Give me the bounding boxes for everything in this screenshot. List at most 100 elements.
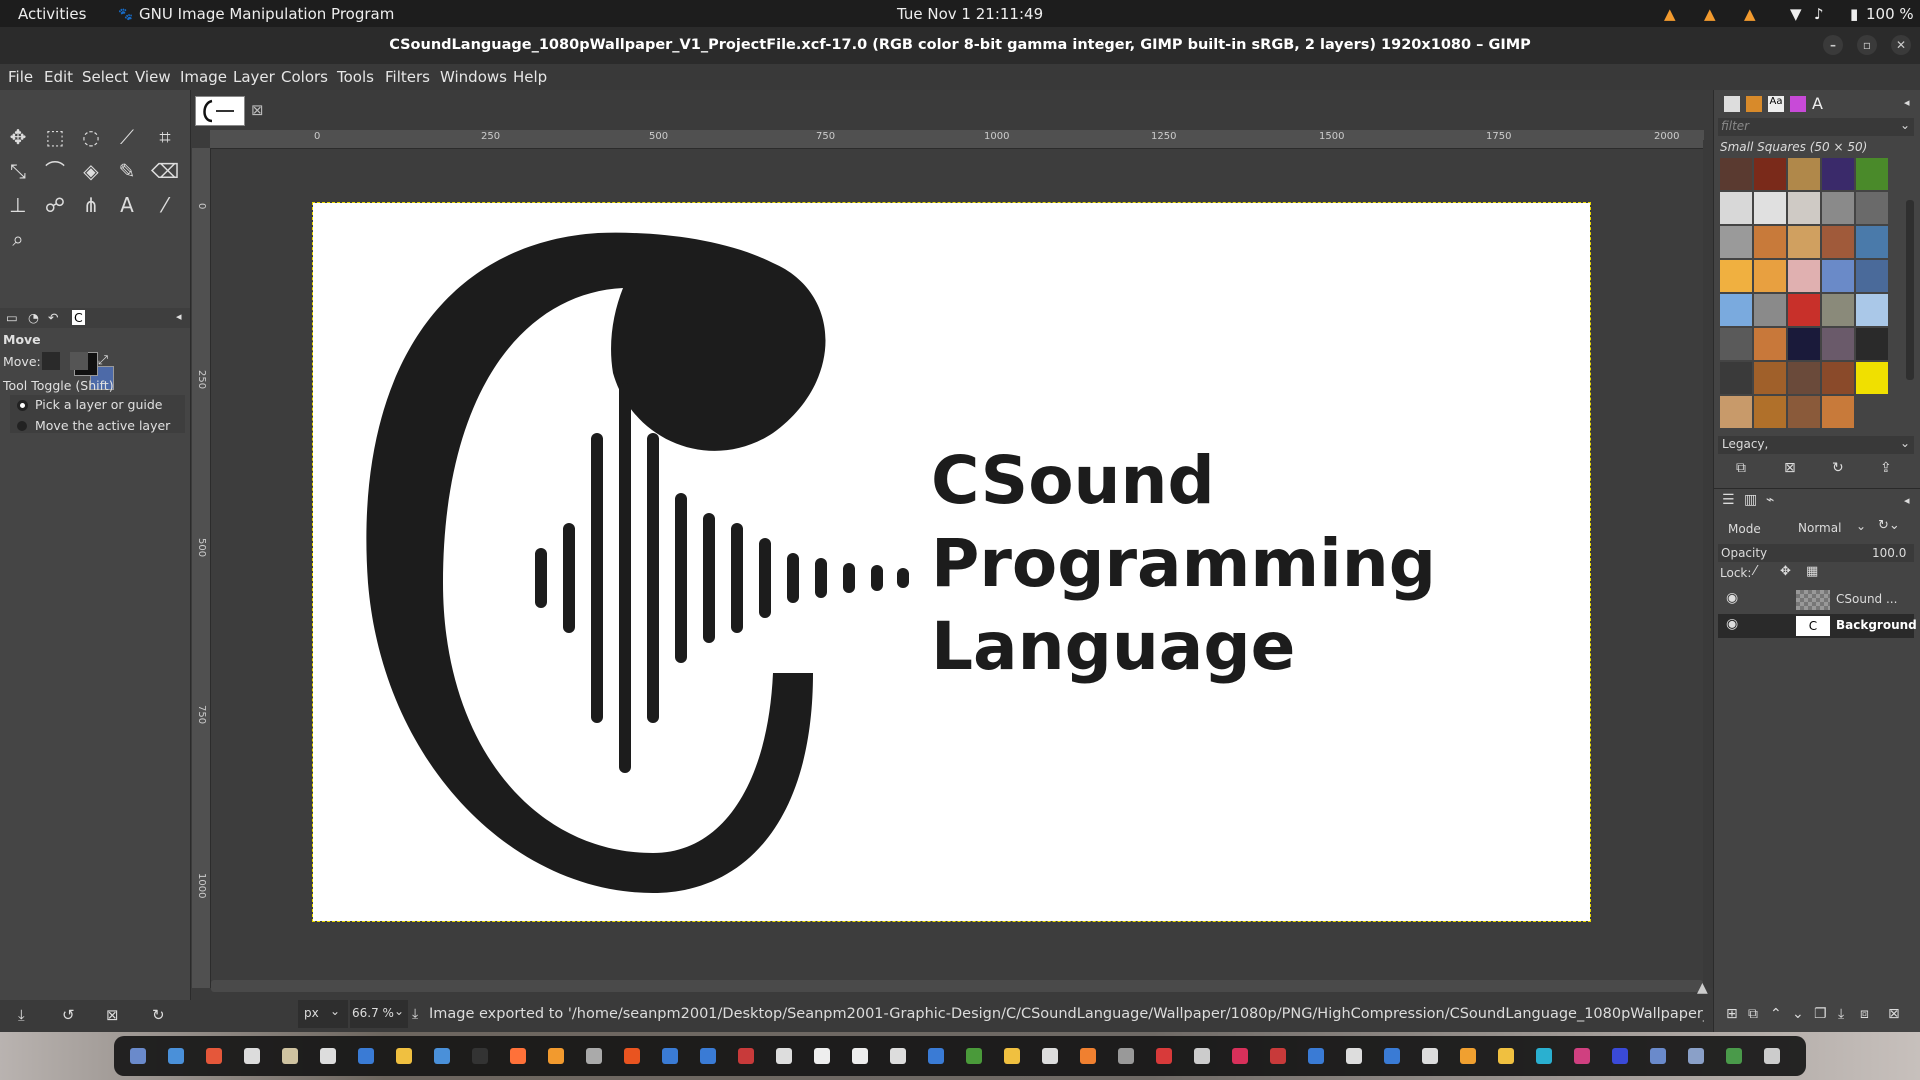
save-options-icon[interactable]: ⤓ <box>18 1006 25 1024</box>
menu-filters[interactable]: Filters <box>385 68 430 86</box>
dock-app-icon[interactable] <box>966 1048 982 1064</box>
horizontal-scrollbar[interactable] <box>211 980 1703 992</box>
pattern-scrollbar[interactable] <box>1906 200 1914 380</box>
layers-tab-icon[interactable]: ☰ <box>1722 492 1735 508</box>
warp-tool-icon[interactable]: ⌒ <box>40 156 70 186</box>
undo-history-tab-icon[interactable]: ↶ <box>48 310 58 325</box>
pattern-swatch[interactable] <box>1856 362 1888 394</box>
pattern-swatch[interactable] <box>1754 158 1786 190</box>
channels-tab-icon[interactable]: ▥ <box>1744 492 1757 508</box>
volume-icon[interactable]: ♪ <box>1814 5 1824 23</box>
pattern-swatch[interactable] <box>1788 192 1820 224</box>
pattern-swatch[interactable] <box>1788 158 1820 190</box>
menu-view[interactable]: View <box>135 68 171 86</box>
fonts-tab-icon[interactable]: Aa <box>1768 96 1784 112</box>
crop-tool-icon[interactable]: ⌗ <box>150 122 180 152</box>
dock-app-icon[interactable] <box>1384 1048 1400 1064</box>
pattern-swatch[interactable] <box>1822 192 1854 224</box>
dock-app-icon[interactable] <box>1764 1048 1780 1064</box>
dock-app-icon[interactable] <box>1460 1048 1476 1064</box>
menu-edit[interactable]: Edit <box>44 68 73 86</box>
brushes-tab-icon[interactable] <box>1724 96 1740 112</box>
warning-icon[interactable]: ▲ <box>1744 5 1756 23</box>
dock-menu-icon[interactable]: ◂ <box>176 310 182 323</box>
menu-colors[interactable]: Colors <box>281 68 328 86</box>
dock-app-icon[interactable] <box>396 1048 412 1064</box>
restore-options-icon[interactable]: ↺ <box>62 1006 75 1024</box>
paths-tool-icon[interactable]: ⋔ <box>76 190 106 220</box>
dock-app-icon[interactable] <box>434 1048 450 1064</box>
pattern-swatch[interactable] <box>1720 396 1752 428</box>
pattern-swatch[interactable] <box>1720 362 1752 394</box>
menu-select[interactable]: Select <box>82 68 128 86</box>
dock-app-icon[interactable] <box>1422 1048 1438 1064</box>
maximize-button[interactable]: ▫ <box>1857 35 1877 55</box>
mode-reset-icon[interactable]: ↻⌄ <box>1878 518 1900 533</box>
pattern-swatch[interactable] <box>1822 158 1854 190</box>
dock-app-icon[interactable] <box>1194 1048 1210 1064</box>
refresh-patterns-icon[interactable]: ↻ <box>1832 460 1844 476</box>
pattern-swatch[interactable] <box>1720 158 1752 190</box>
dock-menu-icon[interactable]: ◂ <box>1904 96 1910 109</box>
dock-app-icon[interactable] <box>1156 1048 1172 1064</box>
layer-row-active[interactable]: ◉ C Background <box>1718 614 1917 638</box>
unit-select[interactable]: px ⌄ <box>298 1000 348 1028</box>
dock-app-icon[interactable] <box>852 1048 868 1064</box>
pattern-swatch[interactable] <box>1788 260 1820 292</box>
move-selection-mode-icon[interactable] <box>70 352 88 370</box>
opacity-slider[interactable]: Opacity 100.0 <box>1718 544 1914 562</box>
pattern-swatch[interactable] <box>1822 328 1854 360</box>
dock-app-icon[interactable] <box>320 1048 336 1064</box>
device-status-tab-icon[interactable]: ◔ <box>28 310 39 325</box>
menu-layer[interactable]: Layer <box>233 68 275 86</box>
move-layer-mode-icon[interactable] <box>42 352 60 370</box>
dock-app-icon[interactable] <box>814 1048 830 1064</box>
pattern-swatch[interactable] <box>1788 396 1820 428</box>
image-tab-thumbnail[interactable] <box>195 96 245 126</box>
dock-app-icon[interactable] <box>244 1048 260 1064</box>
eraser-tool-icon[interactable]: ⌫ <box>150 156 180 186</box>
menu-file[interactable]: File <box>8 68 33 86</box>
menu-windows[interactable]: Windows <box>440 68 507 86</box>
dock-app-icon[interactable] <box>1308 1048 1324 1064</box>
delete-options-icon[interactable]: ⊠ <box>106 1006 119 1024</box>
eye-icon[interactable]: ◉ <box>1726 616 1738 632</box>
dock-app-icon[interactable] <box>1080 1048 1096 1064</box>
pattern-swatch[interactable] <box>1754 328 1786 360</box>
pattern-swatch[interactable] <box>1720 192 1752 224</box>
dock-app-icon[interactable] <box>1612 1048 1628 1064</box>
lock-pixels-icon[interactable]: ⁄ <box>1754 564 1756 579</box>
zoom-select[interactable]: 66.7 % ⌄ <box>350 1000 408 1028</box>
new-layer-group-icon[interactable]: ⧉ <box>1748 1006 1758 1022</box>
dock-app-icon[interactable] <box>1004 1048 1020 1064</box>
pattern-swatch[interactable] <box>1856 294 1888 326</box>
new-layer-icon[interactable]: ⊞ <box>1726 1006 1738 1022</box>
transform-tool-icon[interactable]: ⤡ <box>3 156 33 186</box>
pattern-swatch[interactable] <box>1856 328 1888 360</box>
dock-app-icon[interactable] <box>130 1048 146 1064</box>
pattern-swatch[interactable] <box>1754 362 1786 394</box>
dock-app-icon[interactable] <box>738 1048 754 1064</box>
rect-select-tool-icon[interactable]: ⬚ <box>40 122 70 152</box>
smudge-tool-icon[interactable]: ☍ <box>40 190 70 220</box>
fuzzy-select-tool-icon[interactable]: ⟋ <box>112 122 142 152</box>
duplicate-pattern-icon[interactable]: ⧉ <box>1736 460 1746 476</box>
patterns-tab-icon[interactable] <box>1746 96 1762 112</box>
lock-alpha-icon[interactable]: ▦ <box>1806 564 1818 579</box>
pattern-swatch[interactable] <box>1754 226 1786 258</box>
dock-app-icon[interactable] <box>890 1048 906 1064</box>
images-tab-icon[interactable]: C <box>72 310 85 325</box>
tool-options-tab-icon[interactable]: ▭ <box>6 310 18 325</box>
dock-app-icon[interactable] <box>1574 1048 1590 1064</box>
lower-layer-icon[interactable]: ⌄ <box>1792 1006 1804 1022</box>
pattern-swatch[interactable] <box>1754 260 1786 292</box>
app-menu-label[interactable]: GNU Image Manipulation Program <box>139 5 394 23</box>
pattern-filter-input[interactable]: filter ⌄ <box>1718 118 1914 136</box>
open-pattern-icon[interactable]: ⇪ <box>1880 460 1892 476</box>
pattern-swatch[interactable] <box>1720 328 1752 360</box>
radio-pick-layer[interactable] <box>17 400 28 411</box>
minimize-button[interactable]: – <box>1823 35 1843 55</box>
battery-icon[interactable]: ▮ <box>1850 5 1858 23</box>
pattern-swatch[interactable] <box>1856 226 1888 258</box>
warning-icon[interactable]: ▲ <box>1664 5 1676 23</box>
